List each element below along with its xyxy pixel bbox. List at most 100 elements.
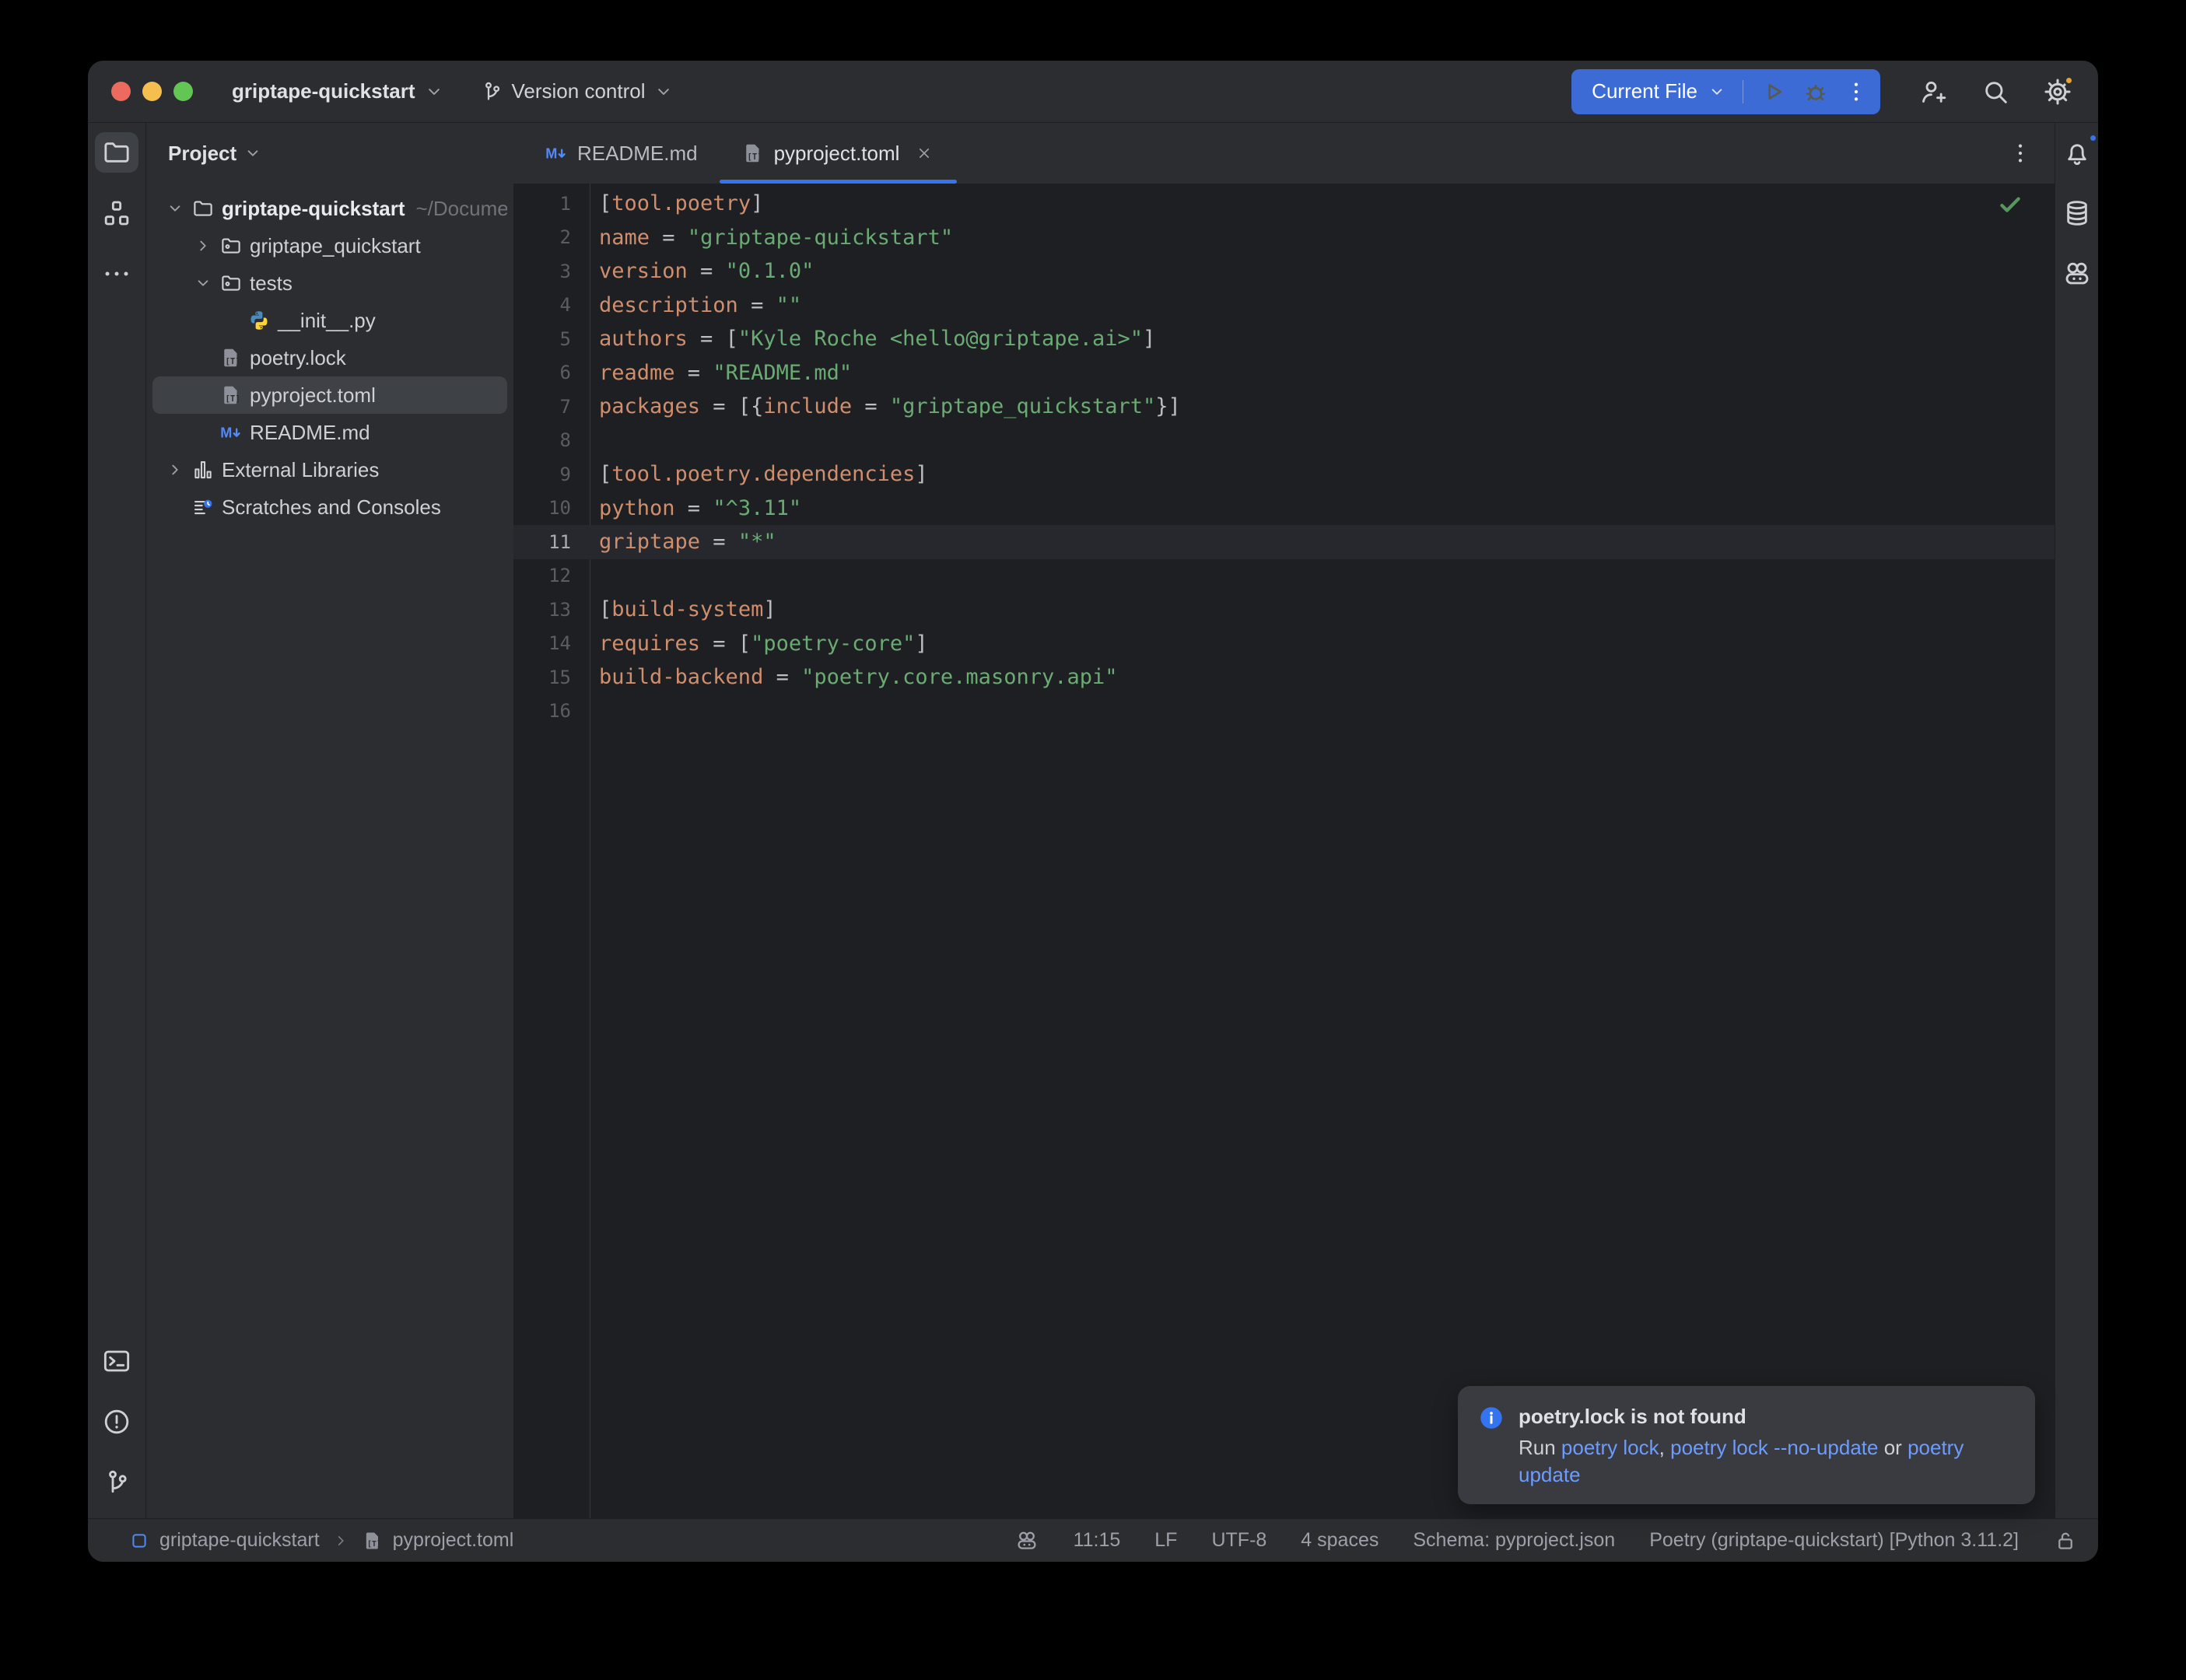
problems-icon <box>101 1406 132 1437</box>
line-number: 16 <box>513 700 590 722</box>
rail-button-project[interactable] <box>95 132 138 173</box>
notification-title: poetry.lock is not found <box>1519 1405 1993 1429</box>
folder-icon <box>191 197 215 220</box>
status-items: 11:15 LF UTF-8 4 spaces Schema: pyproject.js… <box>1014 1528 2078 1553</box>
folder-icon <box>101 137 132 168</box>
tree-item-scratches-and-consoles[interactable]: Scratches and Consoles <box>152 488 507 526</box>
structure-icon <box>101 198 132 229</box>
rail-button-structure[interactable] <box>95 193 138 233</box>
tree-item-external-libraries[interactable]: External Libraries <box>152 451 507 488</box>
notification-text: or <box>1878 1436 1907 1459</box>
svg-text:M: M <box>545 145 557 161</box>
rail-button-notifications[interactable] <box>2055 132 2099 173</box>
code-line-16[interactable]: 16 <box>513 695 2055 729</box>
line-number: 2 <box>513 226 590 248</box>
notification-body: Run poetry lock, poetry lock --no-update… <box>1519 1434 1993 1489</box>
code-text: readme = "README.md" <box>590 361 852 385</box>
vcs-widget[interactable]: Version control <box>479 79 675 104</box>
tree-item-label: poetry.lock <box>250 346 346 370</box>
zoom-window-button[interactable] <box>173 82 193 101</box>
project-widget[interactable]: griptape-quickstart <box>232 79 445 103</box>
tab-pyproject-toml[interactable]: [T]pyproject.toml <box>720 123 958 184</box>
rail-button-database[interactable] <box>2055 193 2099 233</box>
tab-readme-md[interactable]: MREADME.md <box>523 123 720 184</box>
bell-icon <box>2062 137 2093 168</box>
code-editor[interactable]: 1[tool.poetry]2name = "griptape-quicksta… <box>513 184 2055 1518</box>
line-number: 13 <box>513 599 590 621</box>
tree-item-tests[interactable]: tests <box>152 264 507 302</box>
minimize-window-button[interactable] <box>142 82 162 101</box>
run-button[interactable] <box>1759 77 1788 107</box>
info-icon <box>1480 1406 1503 1430</box>
status-item-encoding[interactable]: UTF-8 <box>1211 1529 1266 1552</box>
code-line-3[interactable]: 3version = "0.1.0" <box>513 254 2055 289</box>
git-branch-icon <box>479 79 504 104</box>
breadcrumb-label: pyproject.toml <box>393 1529 514 1552</box>
chevron-right-icon[interactable] <box>191 236 215 256</box>
rail-button-ai-assistant[interactable] <box>2055 254 2099 294</box>
status-item-indent[interactable]: 4 spaces <box>1301 1529 1379 1552</box>
right-rail-top <box>2055 132 2099 294</box>
tree-item-pyproject-toml[interactable]: [T]pyproject.toml <box>152 376 507 414</box>
run-config-selector[interactable]: Current File <box>1592 79 1727 103</box>
chevron-right-icon[interactable] <box>163 460 187 480</box>
breadcrumb-item[interactable]: griptape-quickstart <box>128 1529 320 1552</box>
notification-link[interactable]: poetry lock --no-update <box>1670 1436 1878 1459</box>
code-text: description = "" <box>590 293 801 317</box>
project-tree: griptape-quickstart~/Documegriptape_quic… <box>146 184 513 526</box>
code-line-9[interactable]: 9[tool.poetry.dependencies] <box>513 457 2055 492</box>
titlebar-actions <box>1916 75 2075 109</box>
search-everywhere-button[interactable] <box>1978 75 2013 109</box>
project-panel-header[interactable]: Project <box>146 123 513 184</box>
code-line-2[interactable]: 2name = "griptape-quickstart" <box>513 221 2055 255</box>
settings-button[interactable] <box>2041 75 2075 109</box>
rail-button-version-control[interactable] <box>95 1462 138 1503</box>
code-line-7[interactable]: 7packages = [{include = "griptape_quicks… <box>513 390 2055 424</box>
code-line-1[interactable]: 1[tool.poetry] <box>513 187 2055 221</box>
code-line-6[interactable]: 6readme = "README.md" <box>513 356 2055 390</box>
code-line-5[interactable]: 5authors = ["Kyle Roche <hello@griptape.… <box>513 322 2055 356</box>
code-line-10[interactable]: 10python = "^3.11" <box>513 492 2055 526</box>
rail-button-terminal[interactable] <box>95 1341 138 1381</box>
breadcrumb-item[interactable]: [T]pyproject.toml <box>362 1529 514 1552</box>
code-line-15[interactable]: 15build-backend = "poetry.core.masonry.a… <box>513 660 2055 695</box>
code-line-4[interactable]: 4description = "" <box>513 289 2055 323</box>
run-config-label: Current File <box>1592 79 1697 103</box>
debug-button[interactable] <box>1801 77 1830 107</box>
close-tab-icon[interactable] <box>913 142 935 164</box>
tree-item-griptape-quickstart[interactable]: griptape-quickstart~/Docume <box>152 190 507 227</box>
tree-item-griptape-quickstart[interactable]: griptape_quickstart <box>152 227 507 264</box>
markdown-icon: M <box>545 142 568 165</box>
close-window-button[interactable] <box>111 82 131 101</box>
notification-link[interactable]: poetry lock <box>1561 1436 1659 1459</box>
breadcrumb-label: griptape-quickstart <box>159 1529 320 1552</box>
rail-button-more-tools[interactable] <box>95 254 138 294</box>
toml-icon: [T] <box>219 383 243 407</box>
status-item-line-separator[interactable]: LF <box>1154 1529 1177 1552</box>
tab-options-button[interactable] <box>2005 138 2036 169</box>
chevron-down-icon[interactable] <box>163 198 187 219</box>
copilot-icon[interactable] <box>1014 1528 1039 1553</box>
status-item-interpreter[interactable]: Poetry (griptape-quickstart) [Python 3.1… <box>1649 1529 2019 1552</box>
terminal-icon <box>101 1346 132 1377</box>
tree-item-readme-md[interactable]: MREADME.md <box>152 414 507 451</box>
add-user-button[interactable] <box>1916 75 1950 109</box>
code-line-12[interactable]: 12 <box>513 559 2055 593</box>
tree-item-poetry-lock[interactable]: [T]poetry.lock <box>152 339 507 376</box>
more-run-options-button[interactable] <box>1843 79 1869 105</box>
module-icon <box>128 1530 150 1552</box>
chevron-down-icon[interactable] <box>191 273 215 293</box>
status-item-json-schema[interactable]: Schema: pyproject.json <box>1413 1529 1615 1552</box>
svg-text:M: M <box>220 425 232 440</box>
package-icon <box>219 271 243 295</box>
code-line-11[interactable]: 11griptape = "*" <box>513 525 2055 559</box>
code-line-13[interactable]: 13[build-system] <box>513 593 2055 627</box>
code-line-8[interactable]: 8 <box>513 424 2055 458</box>
lock-open-icon[interactable] <box>2053 1528 2078 1553</box>
add-user-icon <box>1918 76 1949 107</box>
rail-button-problems[interactable] <box>95 1402 138 1442</box>
line-number: 7 <box>513 396 590 418</box>
status-item-caret-position[interactable]: 11:15 <box>1074 1529 1121 1552</box>
tree-item--init-py[interactable]: __init__.py <box>152 302 507 339</box>
code-line-14[interactable]: 14requires = ["poetry-core"] <box>513 627 2055 661</box>
